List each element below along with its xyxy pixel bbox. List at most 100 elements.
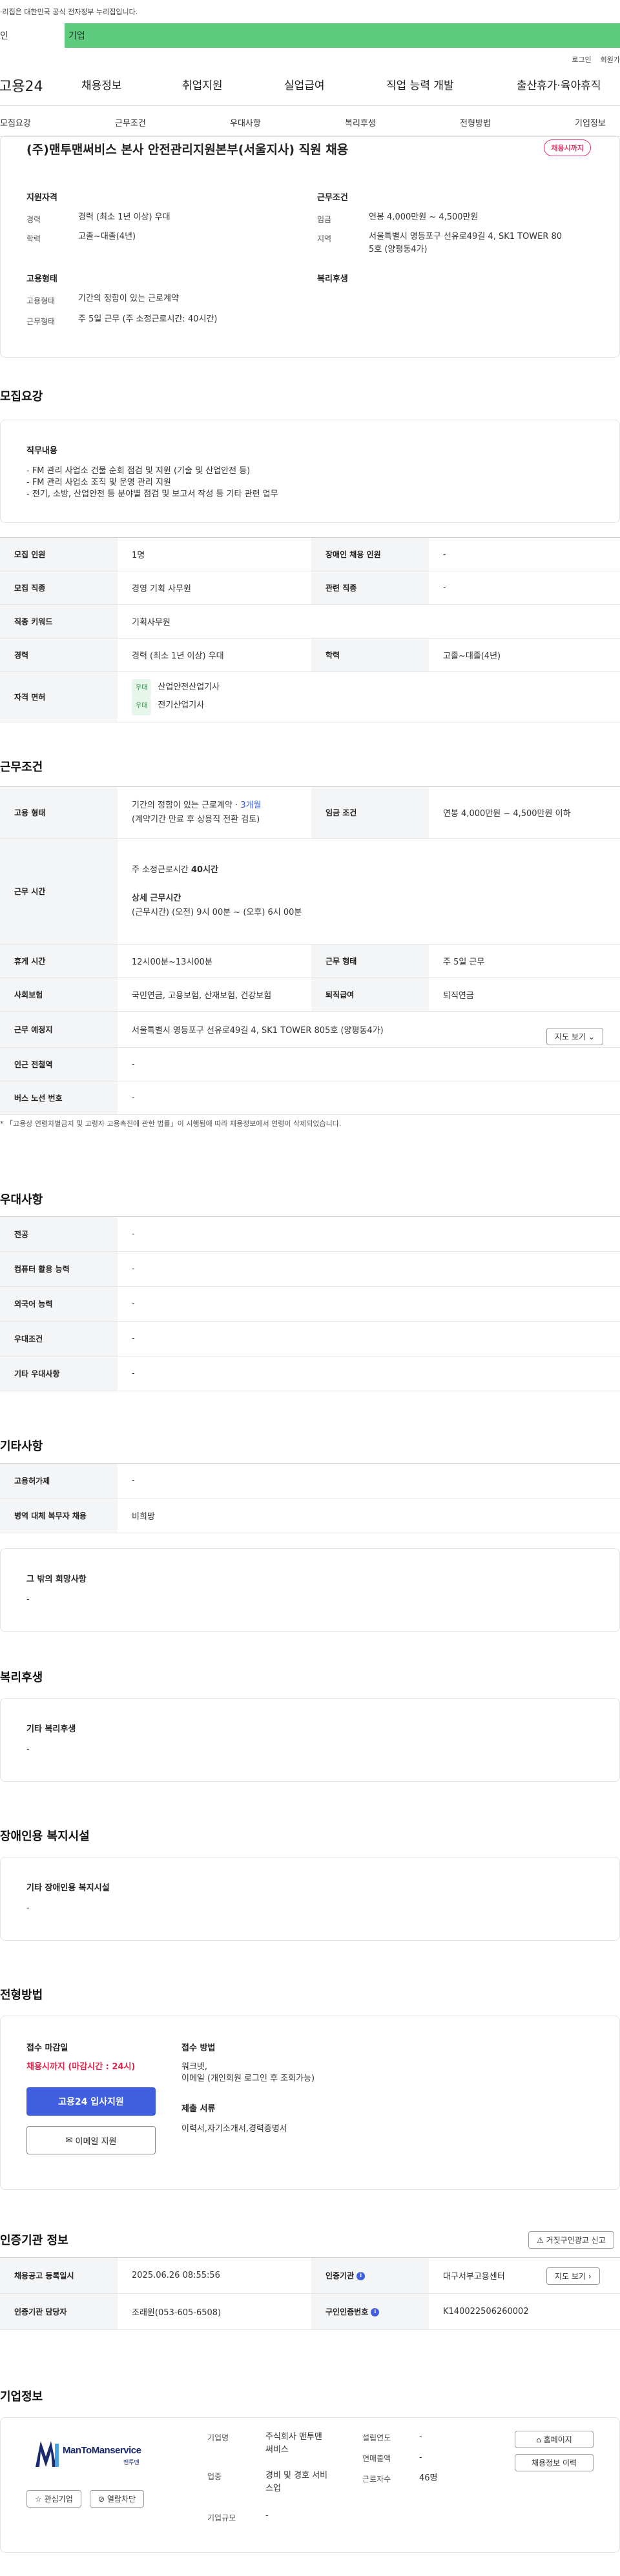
report-button[interactable]: ⚠ 거짓구인광고 신고 (528, 2231, 614, 2249)
size-label: 기업규모 (207, 2513, 236, 2522)
section-tabs: 모집요강 근무조건 우대사항 복리후생 전형방법 기업정보 (0, 106, 620, 137)
bus-label: 버스 노선 번호 (0, 1081, 118, 1115)
tab-screening[interactable]: 전형방법 (460, 116, 491, 128)
agency-label: 인증기관 i (311, 2257, 429, 2294)
subway-label: 인근 전철역 (0, 1047, 118, 1081)
tab-welfare[interactable]: 복리후생 (345, 116, 376, 128)
welfare-heading: 기타 복리후생 (26, 1724, 76, 1734)
manager-label: 인증기관 담당자 (0, 2293, 118, 2330)
agency-map-button[interactable]: 지도 보기 › (546, 2267, 600, 2285)
hire-permit-value: - (118, 1463, 620, 1498)
career-label: 경력 (0, 638, 118, 672)
home-icon: ⌂ (536, 2435, 541, 2444)
tab-individual[interactable]: 인 (0, 23, 65, 48)
nav-vocational-training[interactable]: 직업 능력 개발 (386, 76, 454, 92)
nav-employment-support[interactable]: 취업지원 (182, 76, 223, 92)
nav-unemployment-benefit[interactable]: 실업급여 (284, 76, 325, 92)
company-logo-text: ManToManservice (63, 2445, 141, 2456)
career-value: 경력 (최소 1년 이상) 우대 (78, 212, 170, 222)
job-label: 모집 직종 (0, 571, 118, 605)
wish-heading: 그 밖의 희망사항 (26, 1575, 87, 1584)
type-value: 주 5일 근무 (429, 944, 620, 978)
other-title: 기타사항 (0, 1440, 43, 1453)
pref-condition-value: - (118, 1321, 620, 1356)
duty-item: - FM 관리 사업소 조직 및 운영 관리 지원 (26, 478, 171, 487)
employment-heading: 고용형태 (26, 274, 57, 284)
date-label: 채용공고 등록일시 (0, 2257, 118, 2294)
manager-value: 조래원(053-605-6508) (118, 2293, 311, 2330)
emp-note: (계약기간 만료 후 상용직 전환 검토) (132, 814, 260, 824)
apply-button[interactable]: 고용24 입사지원 (26, 2087, 156, 2116)
conditions-title: 근무조건 (0, 761, 43, 774)
duty-box: 직무내용 - FM 관리 사업소 건물 순회 점검 및 지원 (기술 및 산업안… (0, 420, 620, 523)
employees-label: 근로자수 (362, 2475, 391, 2484)
chevron-down-icon: ⌄ (588, 1032, 595, 1041)
region-value: 서울특별시 영등포구 선유로49길 4, SK1 TOWER 80 5호 (양평동… (369, 232, 563, 254)
tab-company[interactable]: 기업정보 (575, 116, 606, 128)
method-heading: 접수 방법 (181, 2043, 216, 2053)
duty-item: - 전기, 소방, 산업안전 등 분야별 점검 및 보고서 작성 등 기타 관련… (26, 489, 278, 499)
employment-type-label: 고용형태 (26, 296, 56, 305)
place-label: 근무 예정지 (0, 1011, 118, 1048)
welfare-title: 복리후생 (0, 1671, 43, 1684)
emp-value: 기간의 정함이 있는 근로계약 · 3개월 (계약기간 만료 후 상용직 전환 … (118, 786, 311, 839)
hours-number: 40시간 (191, 864, 219, 875)
license-name: 산업안전산업기사 (158, 682, 220, 692)
career-label: 경력 (26, 215, 41, 224)
qualification-heading: 지원자격 (26, 193, 57, 203)
wage-label: 임금 (317, 215, 332, 224)
tab-conditions[interactable]: 근무조건 (115, 116, 146, 128)
language-value: - (118, 1286, 620, 1322)
map-button[interactable]: 지도 보기 ⌄ (546, 1028, 603, 1045)
deadline-value: 채용시까지 (마감시간 : 24시) (26, 2062, 136, 2072)
block-button[interactable]: ⊘ 열람차단 (90, 2490, 145, 2508)
disability-heading: 기타 장애인용 복지시설 (26, 1883, 110, 1893)
history-button[interactable]: 채용정보 이력 (515, 2454, 594, 2471)
logo[interactable]: 고용24 (0, 75, 71, 96)
education-value: 고졸~대졸(4년) (429, 638, 620, 672)
info-icon[interactable]: i (356, 2272, 366, 2280)
age-note: * 「고용상 연령차별금지 및 고령자 고용촉진에 관한 법률」이 시행됨에 따… (0, 1119, 342, 1128)
wish-box: 그 밖의 희망사항 - (0, 1548, 620, 1632)
info-icon[interactable]: i (371, 2308, 380, 2316)
work-conditions-heading: 근무조건 (317, 193, 348, 203)
license-chip: 우대 (132, 679, 152, 697)
license-chip: 우대 (132, 697, 152, 715)
favorite-button[interactable]: ☆ 관심기업 (26, 2490, 81, 2508)
emp-label: 고용 형태 (0, 786, 118, 839)
computer-label: 컴퓨터 활용 능력 (0, 1251, 118, 1287)
preference-title: 우대사항 (0, 1193, 43, 1207)
sales-value: - (419, 2453, 422, 2462)
content: 모집요강 직무내용 - FM 관리 사업소 건물 순회 점검 및 지원 (기술 … (0, 359, 620, 2576)
duty-heading: 직무내용 (26, 446, 57, 456)
email-apply-button[interactable]: ✉ 이메일 지원 (26, 2126, 156, 2154)
wage-value: 연봉 4,000만원 ~ 4,500만원 이하 (429, 786, 620, 839)
employment-type-value: 기간의 정함이 있는 근로계약 (78, 294, 179, 303)
tab-company[interactable]: 기업 (65, 23, 620, 48)
gov-banner: ·리집은 대한민국 공식 전자정부 누리집입니다. (0, 0, 620, 23)
disability-value: - (26, 1903, 30, 1913)
tab-preference[interactable]: 우대사항 (230, 116, 261, 128)
recruit-title: 모집요강 (0, 390, 43, 404)
nav-parental-leave[interactable]: 출산휴가·육아휴직 (517, 76, 601, 92)
license-label: 자격 면허 (0, 671, 118, 722)
career-value: 경력 (최소 1년 이상) 우대 (118, 638, 311, 672)
company-name-label: 기업명 (207, 2433, 229, 2442)
work-type-label: 근무형태 (26, 317, 56, 326)
screening-box: 접수 마감일 채용시까지 (마감시간 : 24시) 고용24 입사지원 ✉ 이메… (0, 2016, 620, 2190)
homepage-button[interactable]: ⌂ 홈페이지 (515, 2431, 594, 2448)
keyword-label: 직종 키워드 (0, 604, 118, 639)
job-value: 경영 기획 사무원 (118, 571, 311, 605)
insurance-value: 국민연금, 고용보험, 산재보험, 건강보험 (118, 977, 311, 1012)
place-value: 서울특별시 영등포구 선유로49길 4, SK1 TOWER 805호 (양평동… (118, 1011, 620, 1048)
other-pref-label: 기타 우대사항 (0, 1356, 118, 1391)
type-label: 근무 형태 (311, 944, 429, 978)
nav-job-info[interactable]: 채용정보 (81, 76, 122, 92)
tab-recruit[interactable]: 모집요강 (0, 116, 31, 128)
wage-label: 임금 조건 (311, 786, 429, 839)
duty-list: - FM 관리 사업소 건물 순회 점검 및 지원 (기술 및 산업안전 등) … (26, 465, 278, 500)
conditions-table: 고용 형태 기간의 정함이 있는 근로계약 · 3개월 (계약기간 만료 후 상… (0, 786, 620, 1115)
related-value: - (429, 571, 620, 605)
license-value: 우대 산업안전산업기사 우대 전기산업기사 (118, 671, 620, 722)
docs-heading: 제출 서류 (181, 2104, 216, 2114)
